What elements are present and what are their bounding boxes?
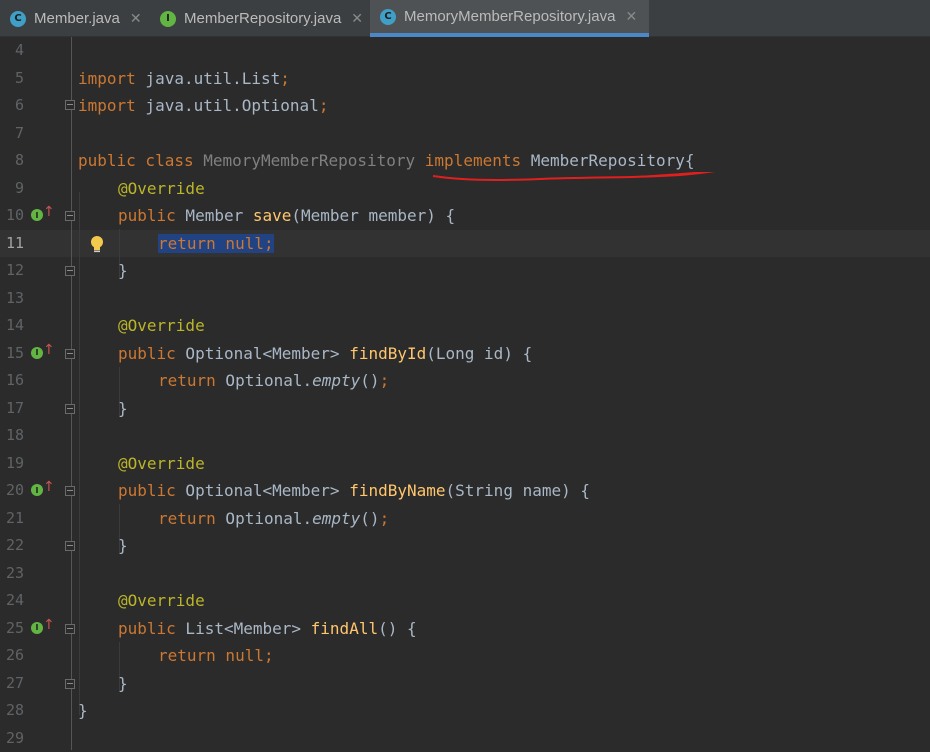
- code-line: 8 public class MemoryMemberRepository im…: [0, 147, 930, 175]
- fold-marker-icon[interactable]: [65, 624, 75, 634]
- code-line: 18: [0, 422, 930, 450]
- close-icon[interactable]: ✕: [625, 9, 637, 25]
- class-icon: C: [10, 11, 26, 27]
- tab-member-java[interactable]: C Member.java ✕: [0, 0, 152, 37]
- code-line: 29: [0, 725, 930, 752]
- code-line: 15 I↑ public Optional<Member> findById(L…: [0, 340, 930, 368]
- code-line: 20 I↑ public Optional<Member> findByName…: [0, 477, 930, 505]
- line-number: 10: [0, 202, 24, 230]
- close-icon[interactable]: ✕: [351, 11, 363, 27]
- fold-marker-icon[interactable]: [65, 486, 75, 496]
- code-line: 25 I↑ public List<Member> findAll() {: [0, 615, 930, 643]
- tab-label: Member.java: [34, 10, 120, 27]
- code-text: public Member save(Member member) {: [118, 202, 455, 230]
- selected-text: return null;: [158, 234, 274, 253]
- line-number: 6: [0, 92, 24, 120]
- red-underline-annotation: [430, 172, 720, 186]
- code-line: 6 import java.util.Optional;: [0, 92, 930, 120]
- code-text: public class MemoryMemberRepository impl…: [78, 147, 695, 175]
- fold-marker-icon[interactable]: [65, 211, 75, 221]
- code-line: 28 }: [0, 697, 930, 725]
- code-text: return Optional.empty();: [158, 367, 389, 395]
- code-text: @Override: [118, 587, 205, 615]
- code-text: import java.util.List;: [78, 65, 290, 93]
- code-text: }: [118, 670, 128, 698]
- line-number: 26: [0, 642, 24, 670]
- editor-tab-bar: C Member.java ✕ I MemberRepository.java …: [0, 0, 930, 37]
- code-line: 22 }: [0, 532, 930, 560]
- code-text: import java.util.Optional;: [78, 92, 328, 120]
- code-line: 14 @Override: [0, 312, 930, 340]
- code-line: 13: [0, 285, 930, 313]
- line-number: 17: [0, 395, 24, 423]
- tab-member-repository-java[interactable]: I MemberRepository.java ✕: [152, 0, 370, 37]
- code-line: 26 return null;: [0, 642, 930, 670]
- fold-marker-icon[interactable]: [65, 266, 75, 276]
- line-number: 22: [0, 532, 24, 560]
- line-number: 19: [0, 450, 24, 478]
- code-line: 7: [0, 120, 930, 148]
- line-number: 13: [0, 285, 24, 313]
- lightbulb-icon[interactable]: [89, 235, 105, 253]
- code-text: }: [118, 395, 128, 423]
- fold-marker-icon[interactable]: [65, 100, 75, 110]
- code-text: return null;: [158, 230, 274, 258]
- class-icon: C: [380, 9, 396, 25]
- line-number: 23: [0, 560, 24, 588]
- code-text: public Optional<Member> findByName(Strin…: [118, 477, 590, 505]
- code-text: }: [118, 532, 128, 560]
- code-text: public Optional<Member> findById(Long id…: [118, 340, 532, 368]
- code-line: 5 import java.util.List;: [0, 65, 930, 93]
- tab-label: MemoryMemberRepository.java: [404, 8, 615, 25]
- line-number: 12: [0, 257, 24, 285]
- code-line: 17 }: [0, 395, 930, 423]
- code-text: @Override: [118, 312, 205, 340]
- line-number: 5: [0, 65, 24, 93]
- line-number: 27: [0, 670, 24, 698]
- interface-icon: I: [160, 11, 176, 27]
- line-number: 7: [0, 120, 24, 148]
- fold-marker-icon[interactable]: [65, 404, 75, 414]
- tab-label: MemberRepository.java: [184, 10, 341, 27]
- line-number: 14: [0, 312, 24, 340]
- fold-marker-icon[interactable]: [65, 349, 75, 359]
- code-text: @Override: [118, 175, 205, 203]
- code-line: 19 @Override: [0, 450, 930, 478]
- code-line: 10 I↑ public Member save(Member member) …: [0, 202, 930, 230]
- line-number: 24: [0, 587, 24, 615]
- code-text: }: [78, 697, 88, 725]
- line-number: 15: [0, 340, 24, 368]
- line-number: 4: [0, 37, 24, 65]
- code-line: 23: [0, 560, 930, 588]
- code-line: 24 @Override: [0, 587, 930, 615]
- code-line: 12 }: [0, 257, 930, 285]
- line-number: 25: [0, 615, 24, 643]
- line-number: 18: [0, 422, 24, 450]
- code-editor[interactable]: 4 5 import java.util.List; 6 import java…: [0, 37, 930, 750]
- code-line: 11 return null;: [0, 230, 930, 258]
- fold-marker-icon[interactable]: [65, 541, 75, 551]
- line-number: 8: [0, 147, 24, 175]
- code-text: public List<Member> findAll() {: [118, 615, 417, 643]
- line-number: 28: [0, 697, 24, 725]
- code-text: }: [118, 257, 128, 285]
- tab-memory-member-repository-java[interactable]: C MemoryMemberRepository.java ✕: [370, 0, 649, 37]
- line-number: 11: [0, 230, 24, 258]
- code-line: 16 return Optional.empty();: [0, 367, 930, 395]
- close-icon[interactable]: ✕: [130, 11, 142, 27]
- code-text: return null;: [158, 642, 274, 670]
- code-line: 4: [0, 37, 930, 65]
- line-number: 16: [0, 367, 24, 395]
- code-line: 21 return Optional.empty();: [0, 505, 930, 533]
- line-number: 29: [0, 725, 24, 752]
- line-number: 21: [0, 505, 24, 533]
- code-line: 27 }: [0, 670, 930, 698]
- code-text: @Override: [118, 450, 205, 478]
- fold-marker-icon[interactable]: [65, 679, 75, 689]
- line-number: 9: [0, 175, 24, 203]
- code-text: return Optional.empty();: [158, 505, 389, 533]
- line-number: 20: [0, 477, 24, 505]
